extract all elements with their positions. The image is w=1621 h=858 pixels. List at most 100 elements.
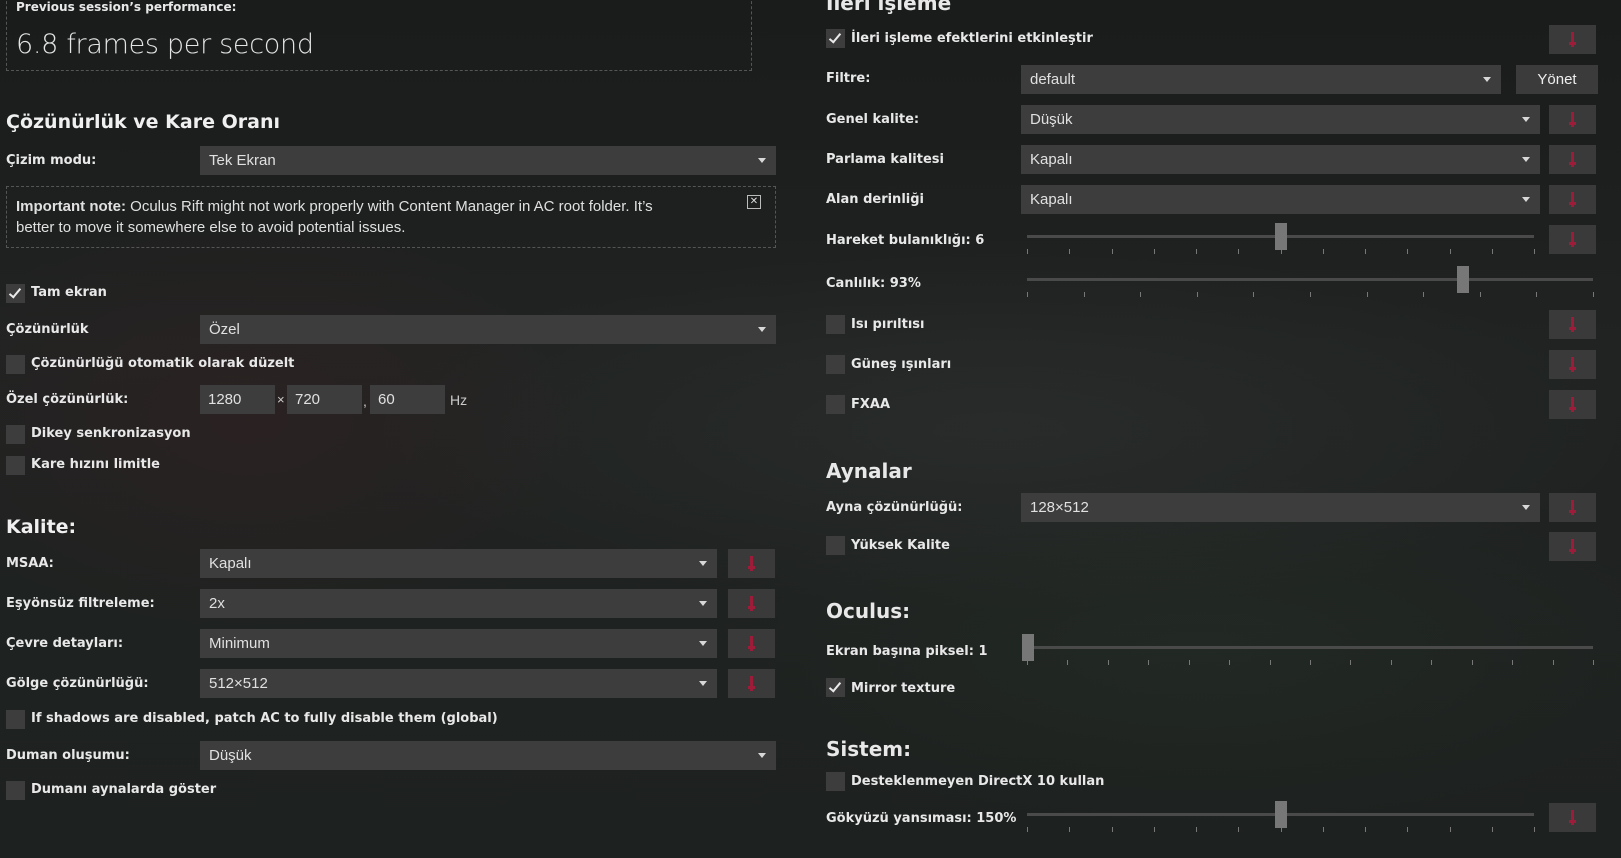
chevron-down-icon	[758, 158, 766, 163]
msaa-label: MSAA:	[6, 556, 54, 571]
sky-reflection-label: Gökyüzü yansıması: 150%	[826, 811, 1017, 826]
pixels-per-display-slider-thumb[interactable]	[1022, 634, 1034, 661]
mirror-texture-checkbox[interactable]	[826, 678, 845, 697]
sunrays-label: Güneş ışınları	[851, 357, 952, 372]
fxaa-checkbox[interactable]	[826, 395, 845, 414]
motion-blur-slider-thumb[interactable]	[1275, 223, 1287, 250]
world-detail-reset-button[interactable]	[728, 629, 775, 658]
overall-quality-value: Düşük	[1030, 111, 1073, 128]
msaa-select[interactable]: Kapalı	[200, 549, 717, 578]
shadow-resolution-select[interactable]: 512×512	[200, 669, 717, 698]
filter-select[interactable]: default	[1021, 65, 1501, 94]
section-title-resolution: Çözünürlük ve Kare Oranı	[6, 111, 280, 133]
height-input[interactable]: 720	[287, 385, 362, 414]
slider-tick	[1196, 249, 1197, 254]
render-mode-select[interactable]: Tek Ekran	[200, 146, 776, 175]
chevron-down-icon	[1483, 77, 1491, 82]
reset-icon	[1569, 317, 1576, 332]
msaa-reset-button[interactable]	[728, 549, 775, 578]
important-note-line1: Oculus Rift might not work properly with…	[126, 198, 653, 215]
heat-shimmer-label: Isı pırıltısı	[851, 317, 925, 332]
smoke-select[interactable]: Düşük	[200, 741, 776, 770]
section-title-postprocessing: İleri işleme	[826, 0, 952, 15]
heat-shimmer-checkbox[interactable]	[826, 315, 845, 334]
fxaa-reset-button[interactable]	[1549, 390, 1596, 419]
slider-tick	[1238, 249, 1239, 254]
resolution-select[interactable]: Özel	[200, 315, 776, 344]
resolution-label: Çözünürlük	[6, 322, 89, 337]
saturation-slider-track[interactable]	[1027, 278, 1593, 281]
dx10-checkbox[interactable]	[826, 772, 845, 791]
slider-tick	[1027, 292, 1028, 297]
postproc-enable-label: İleri işleme efektlerini etkinleştir	[851, 31, 1093, 46]
glare-select[interactable]: Kapalı	[1021, 145, 1540, 174]
slider-tick	[1365, 827, 1366, 832]
width-input[interactable]: 1280	[200, 385, 275, 414]
slider-tick	[1492, 827, 1493, 832]
postproc-enable-checkbox[interactable]	[826, 29, 845, 48]
heat-shimmer-reset-button[interactable]	[1549, 310, 1596, 339]
slider-tick	[1391, 660, 1392, 665]
anisotropic-reset-button[interactable]	[728, 589, 775, 618]
slider-tick	[1108, 660, 1109, 665]
dof-select[interactable]: Kapalı	[1021, 185, 1540, 214]
slider-tick	[1593, 292, 1594, 297]
motion-blur-reset-button[interactable]	[1549, 225, 1596, 254]
slider-tick	[1492, 249, 1493, 254]
fps-limit-checkbox[interactable]	[6, 456, 25, 475]
chevron-down-icon	[1522, 117, 1530, 122]
manage-button[interactable]: Yönet	[1516, 65, 1598, 94]
refresh-rate-input[interactable]: 60	[370, 385, 445, 414]
pixels-per-display-slider-track[interactable]	[1027, 646, 1593, 649]
mirror-resolution-select[interactable]: 128×512	[1021, 493, 1540, 522]
auto-fix-checkbox[interactable]	[6, 355, 25, 374]
chevron-down-icon	[758, 753, 766, 758]
sunrays-checkbox[interactable]	[826, 355, 845, 374]
fullscreen-checkbox[interactable]	[6, 284, 25, 303]
close-icon[interactable]: ✕	[747, 195, 761, 209]
slider-tick	[1367, 292, 1368, 297]
chevron-down-icon	[1522, 505, 1530, 510]
mirror-resolution-reset-button[interactable]	[1549, 493, 1596, 522]
performance-label: Previous session’s performance:	[16, 0, 237, 14]
slider-tick	[1067, 660, 1068, 665]
comma-sign: ,	[363, 393, 367, 409]
sky-reflection-reset-button[interactable]	[1549, 803, 1596, 832]
dof-label: Alan derinliği	[826, 192, 924, 207]
important-note-bold: Important note:	[16, 198, 126, 215]
reset-icon	[748, 596, 755, 611]
mirror-hq-reset-button[interactable]	[1549, 532, 1596, 561]
smoke-mirrors-checkbox[interactable]	[6, 781, 25, 800]
slider-tick	[1112, 827, 1113, 832]
saturation-slider-thumb[interactable]	[1457, 266, 1469, 293]
slider-tick	[1148, 660, 1149, 665]
reset-icon	[1569, 32, 1576, 47]
overall-quality-reset-button[interactable]	[1549, 105, 1596, 134]
overall-quality-select[interactable]: Düşük	[1021, 105, 1540, 134]
important-note-panel	[6, 186, 776, 248]
slider-tick	[1512, 660, 1513, 665]
slider-tick	[1407, 249, 1408, 254]
slider-tick	[1140, 292, 1141, 297]
glare-reset-button[interactable]	[1549, 145, 1596, 174]
dof-reset-button[interactable]	[1549, 185, 1596, 214]
shadow-resolution-reset-button[interactable]	[728, 669, 775, 698]
chevron-down-icon	[1522, 197, 1530, 202]
mirror-hq-checkbox[interactable]	[826, 536, 845, 555]
slider-tick	[1281, 249, 1282, 254]
slider-tick	[1238, 827, 1239, 832]
render-mode-value: Tek Ekran	[209, 152, 276, 169]
sky-reflection-slider-thumb[interactable]	[1275, 801, 1287, 828]
sunrays-reset-button[interactable]	[1549, 350, 1596, 379]
custom-resolution-label: Özel çözünürlük:	[6, 392, 129, 407]
slider-tick	[1323, 249, 1324, 254]
vsync-checkbox[interactable]	[6, 425, 25, 444]
fullscreen-label: Tam ekran	[31, 285, 107, 300]
shadow-patch-checkbox[interactable]	[6, 710, 25, 729]
slider-tick	[1027, 660, 1028, 665]
reset-icon	[1569, 152, 1576, 167]
fxaa-label: FXAA	[851, 397, 891, 412]
anisotropic-select[interactable]: 2x	[200, 589, 717, 618]
postproc-reset-button[interactable]	[1549, 25, 1596, 54]
world-detail-select[interactable]: Minimum	[200, 629, 717, 658]
